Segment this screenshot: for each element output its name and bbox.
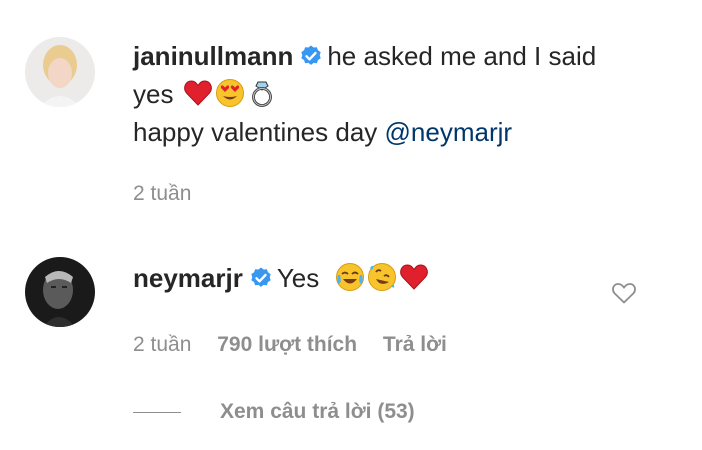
view-replies-label: Xem câu trả lời (53) [220, 400, 415, 423]
likes-count[interactable]: 790 lượt thích [217, 333, 357, 356]
comment-username[interactable]: neymarjr [133, 263, 243, 293]
divider-line [133, 411, 181, 413]
verified-badge-icon [301, 45, 322, 65]
comment-text-line2: happy valentines day [133, 117, 385, 147]
avatar-janinullmann[interactable] [25, 37, 95, 107]
comment-neymarjr: neymarjr Yes [133, 259, 593, 297]
red-heart-icon [183, 80, 212, 106]
heart-outline-icon [612, 283, 636, 304]
ring-emoji-icon [251, 81, 272, 107]
avatar-neymarjr[interactable] [25, 257, 95, 327]
like-comment-button[interactable] [611, 281, 637, 305]
heart-eyes-emoji-icon [215, 79, 244, 107]
comment-time[interactable]: 2 tuần [133, 182, 191, 206]
rolling-laughing-emoji-icon [367, 263, 396, 291]
comment-meta-row: 2 tuần 790 lượt thích Trả lời [133, 333, 467, 357]
view-replies-button[interactable]: Xem câu trả lời (53) [133, 400, 415, 424]
comment-time[interactable]: 2 tuần [133, 333, 191, 356]
red-heart-icon [399, 264, 428, 290]
tears-of-joy-emoji-icon [335, 263, 364, 291]
comment-janinullmann: janinullmann he asked me and I said yes h… [133, 37, 633, 151]
reply-button[interactable]: Trả lời [383, 333, 447, 356]
verified-badge-icon [251, 267, 271, 287]
comment-username[interactable]: janinullmann [133, 41, 293, 71]
comment-text: Yes [276, 263, 320, 293]
mention-link[interactable]: @neymarjr [385, 117, 513, 147]
